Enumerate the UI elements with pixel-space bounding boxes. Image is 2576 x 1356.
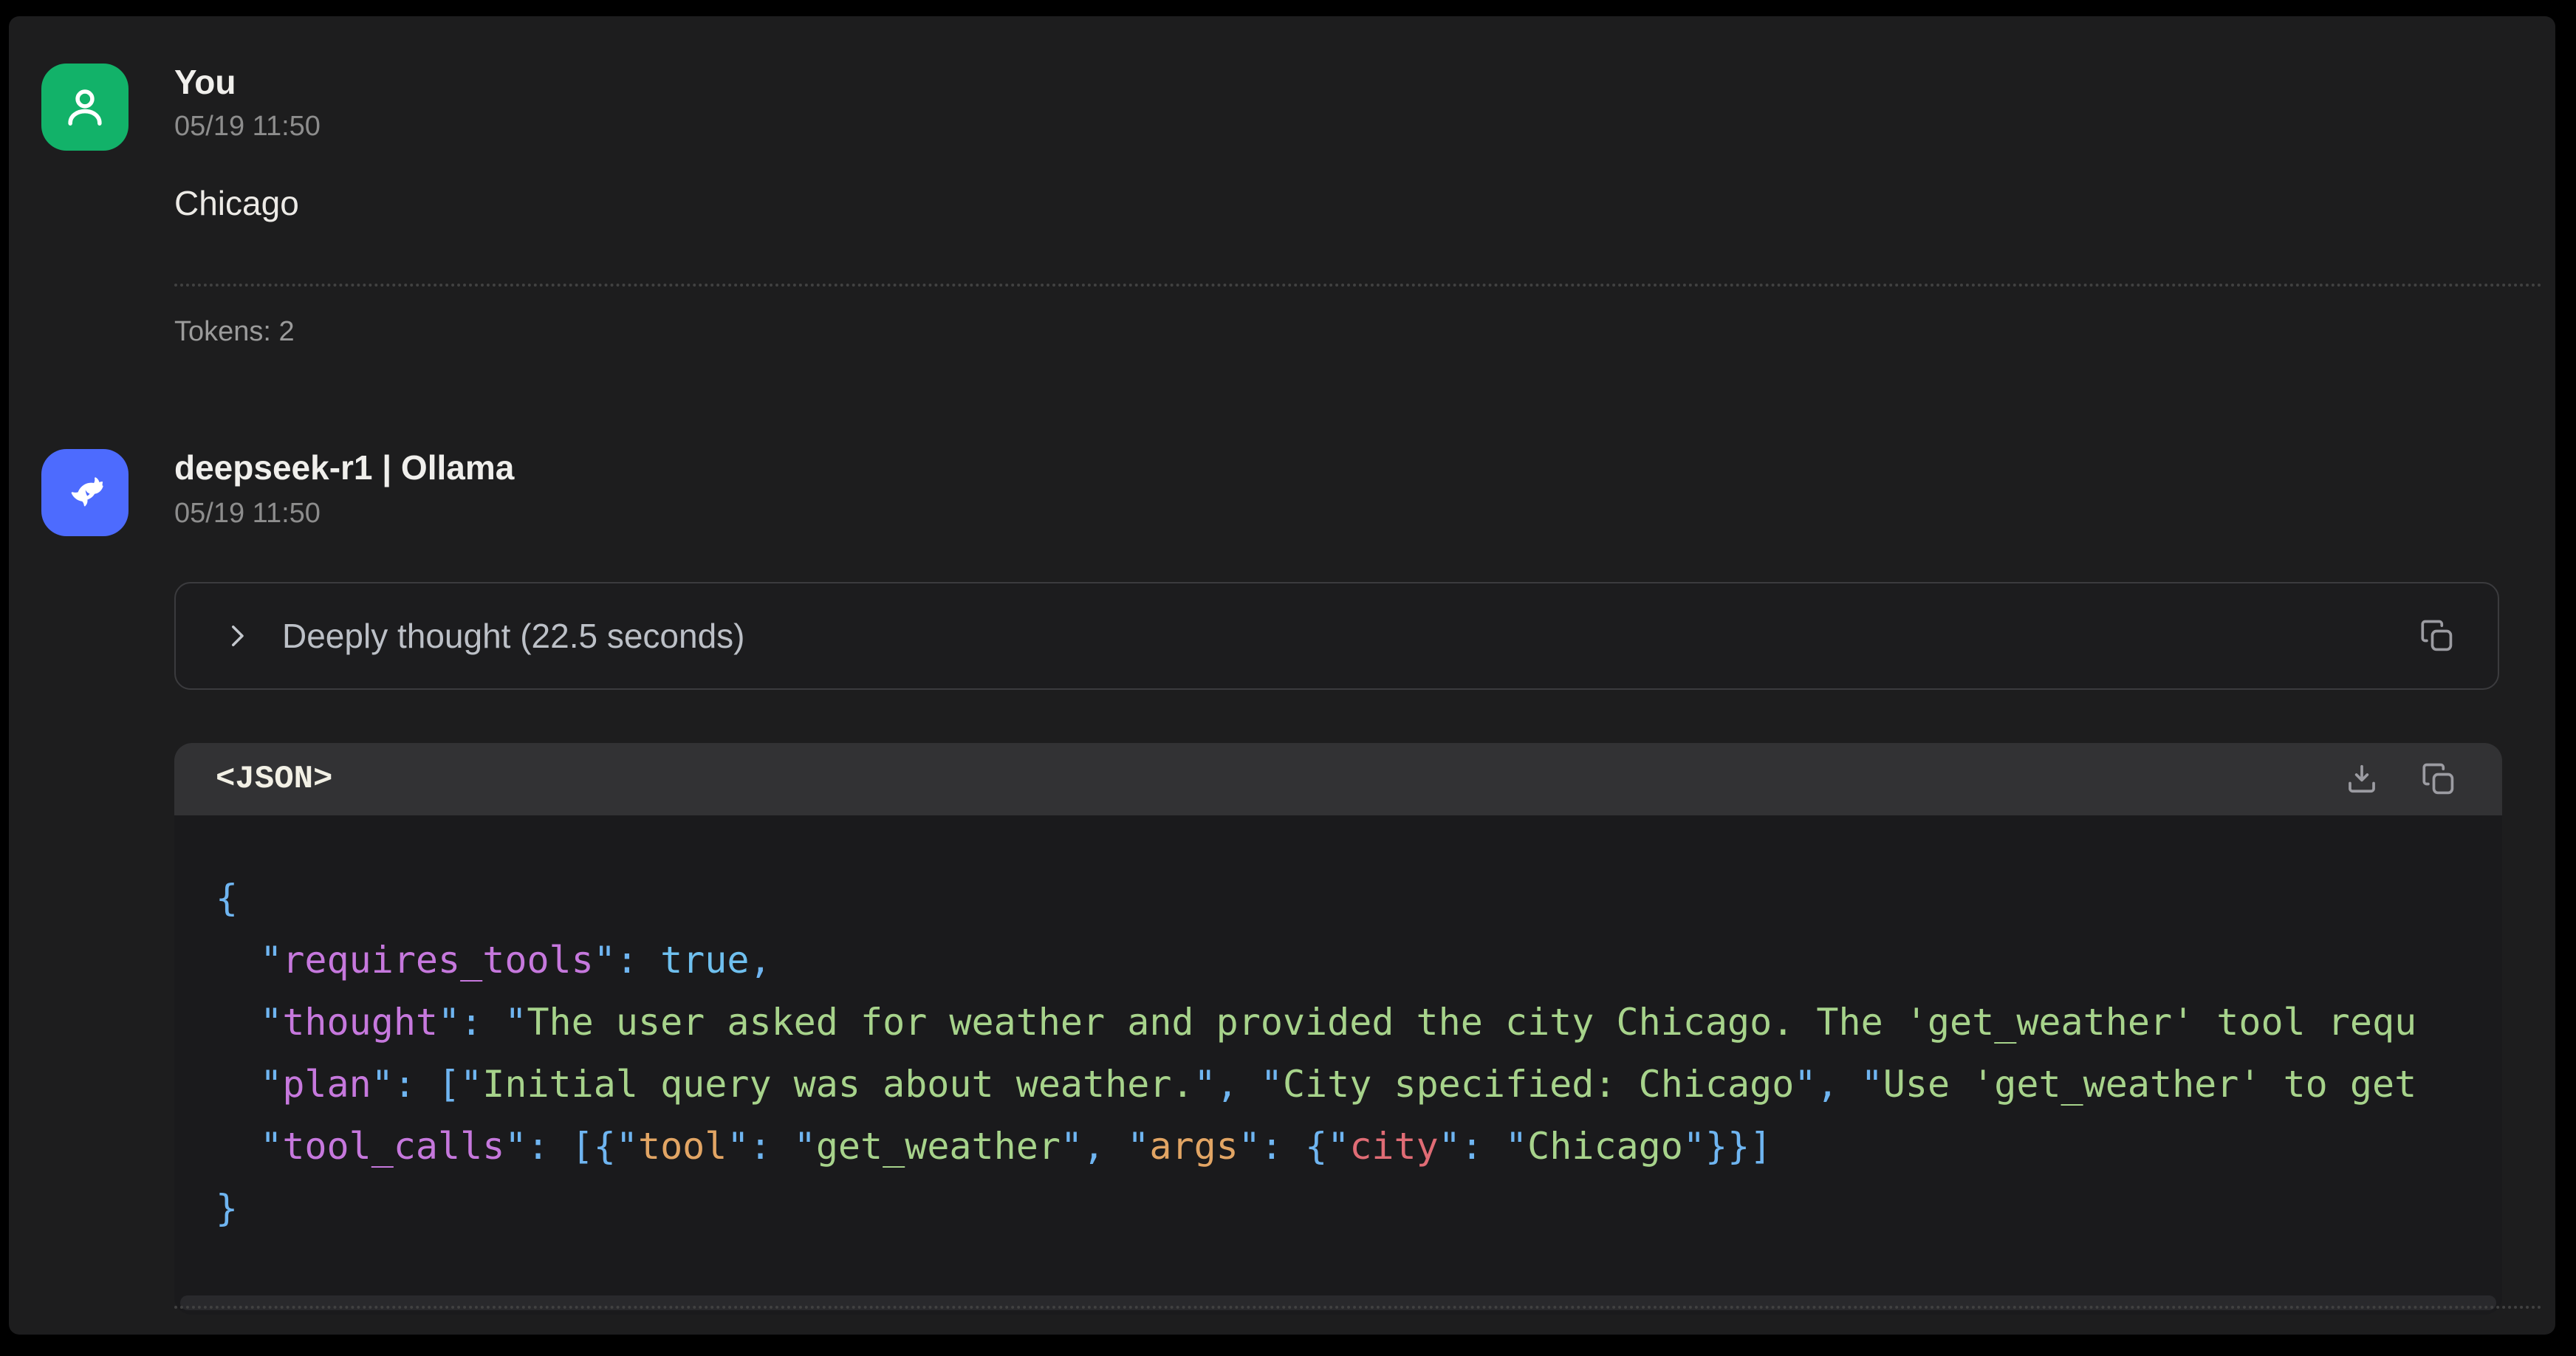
code-language-label: <JSON> (216, 761, 2343, 798)
deepseek-whale-icon (59, 467, 111, 518)
chat-panel: You 05/19 11:50 Chicago Tokens: 2 deepse… (9, 16, 2555, 1335)
thought-label: Deeply thought (22.5 seconds) (282, 616, 2418, 656)
copy-icon (2418, 617, 2456, 655)
copy-thought-button[interactable] (2418, 617, 2456, 655)
thought-toggle[interactable]: Deeply thought (22.5 seconds) (174, 582, 2499, 690)
user-sender-name: You (174, 62, 236, 102)
code-block: <JSON> { "requires_tools": true, "though… (174, 743, 2502, 1315)
code-content: { "requires_tools": true, "thought": "Th… (174, 815, 2502, 1239)
assistant-avatar (41, 449, 129, 536)
message-divider (174, 284, 2544, 287)
download-code-button[interactable] (2343, 760, 2381, 798)
code-block-header: <JSON> (174, 743, 2502, 815)
user-message-text: Chicago (174, 183, 299, 223)
user-timestamp: 05/19 11:50 (174, 111, 321, 143)
assistant-timestamp: 05/19 11:50 (174, 498, 321, 530)
copy-icon (2419, 760, 2458, 798)
message-divider (174, 1306, 2544, 1309)
download-icon (2343, 760, 2381, 798)
token-count: Tokens: 2 (174, 316, 295, 348)
assistant-sender-name: deepseek-r1 | Ollama (174, 448, 514, 487)
chevron-right-icon (222, 620, 253, 651)
person-icon (59, 81, 111, 133)
copy-code-button[interactable] (2419, 760, 2458, 798)
user-avatar (41, 64, 129, 151)
